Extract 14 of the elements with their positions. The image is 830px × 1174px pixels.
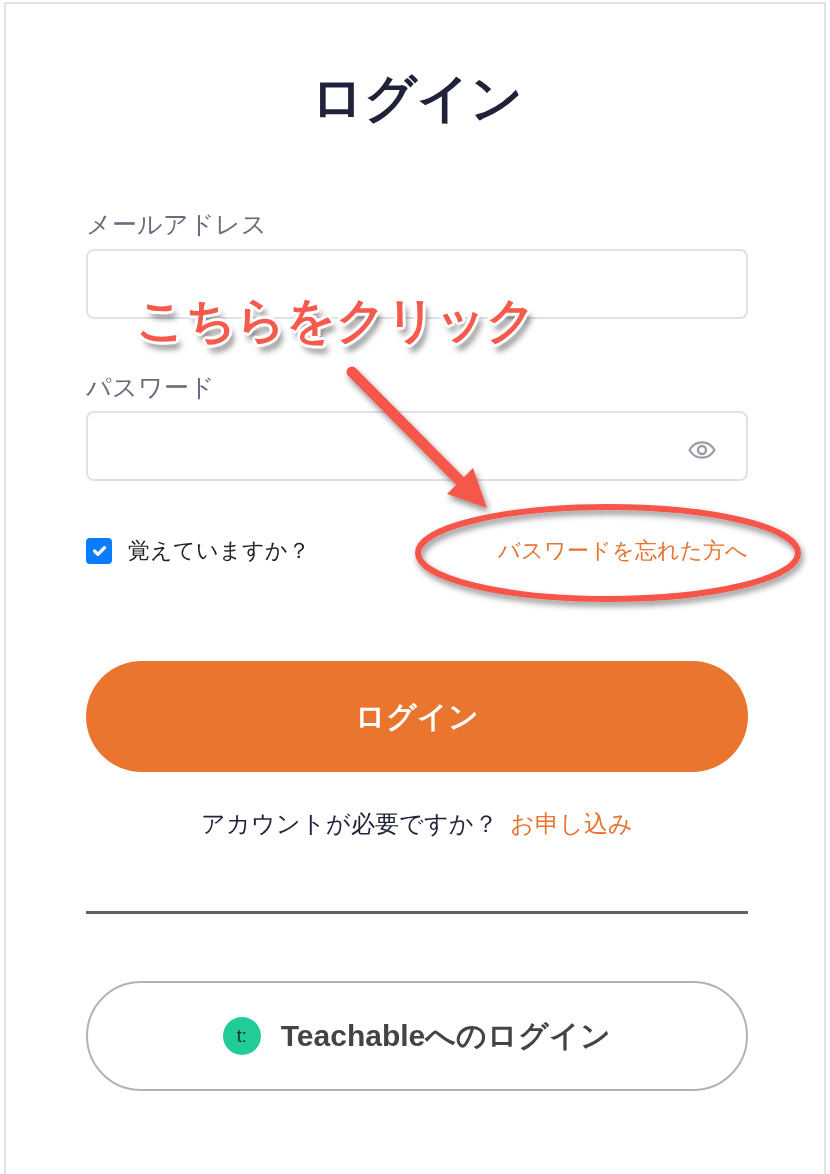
remember-label: 覚えていますか？ [128, 537, 310, 565]
signup-link[interactable]: お申し込み [510, 807, 633, 841]
password-field[interactable] [86, 411, 748, 482]
page-title: ログイン [310, 68, 524, 129]
teachable-login-button[interactable]: t: Teachableへのログイン [86, 981, 748, 1091]
callout-text: こちらをクリック [136, 296, 536, 345]
signup-question: アカウントが必要ですか？ [201, 809, 498, 840]
password-label: パスワード [86, 371, 216, 403]
logo-icon: t: [222, 1017, 261, 1055]
forgot-password-link[interactable]: バスワードを忘れた方へ [498, 536, 748, 567]
eye-icon[interactable] [688, 441, 716, 460]
remember-checkbox[interactable] [86, 538, 112, 565]
login-button[interactable]: ログイン [86, 661, 748, 773]
email-label: メールアドレス [86, 209, 268, 241]
